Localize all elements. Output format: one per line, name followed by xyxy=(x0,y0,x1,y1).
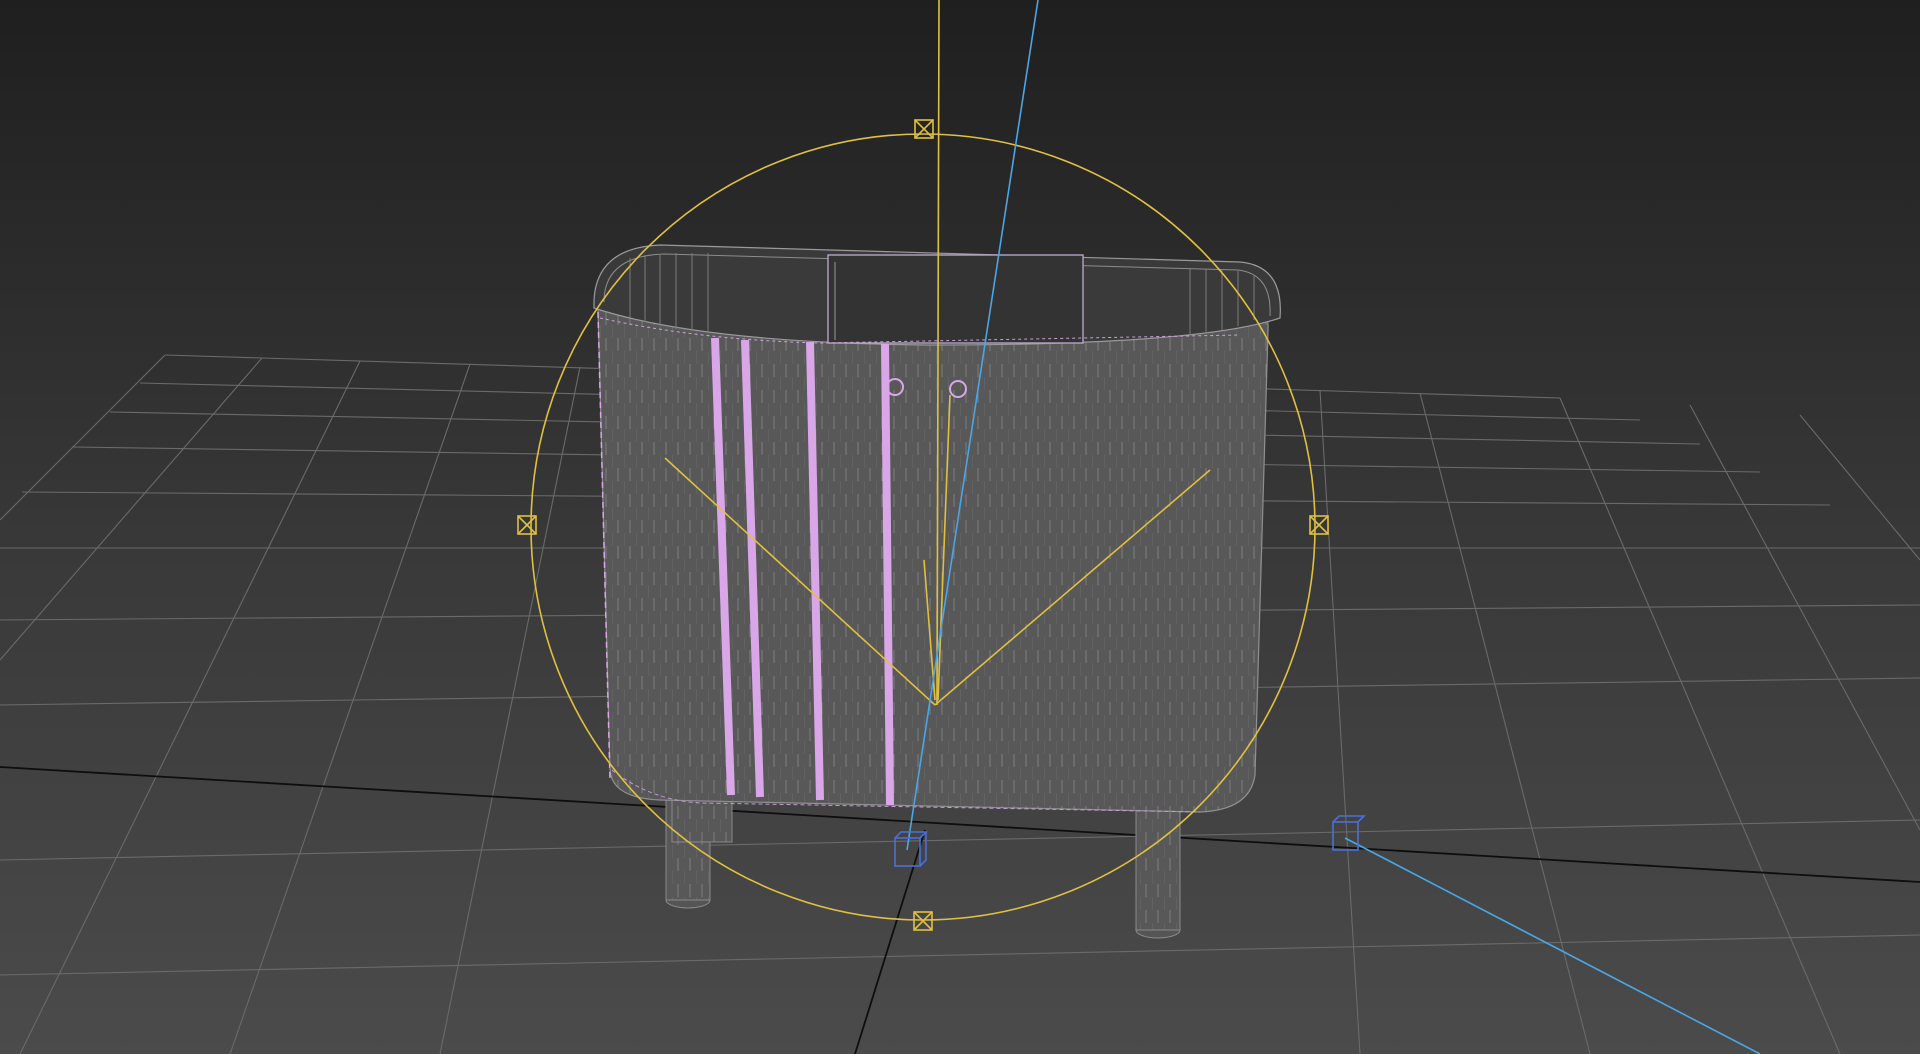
scene-canvas[interactable] xyxy=(0,0,1920,1054)
table-leg-right xyxy=(1135,807,1181,939)
viewport-3d[interactable] xyxy=(0,0,1920,1054)
